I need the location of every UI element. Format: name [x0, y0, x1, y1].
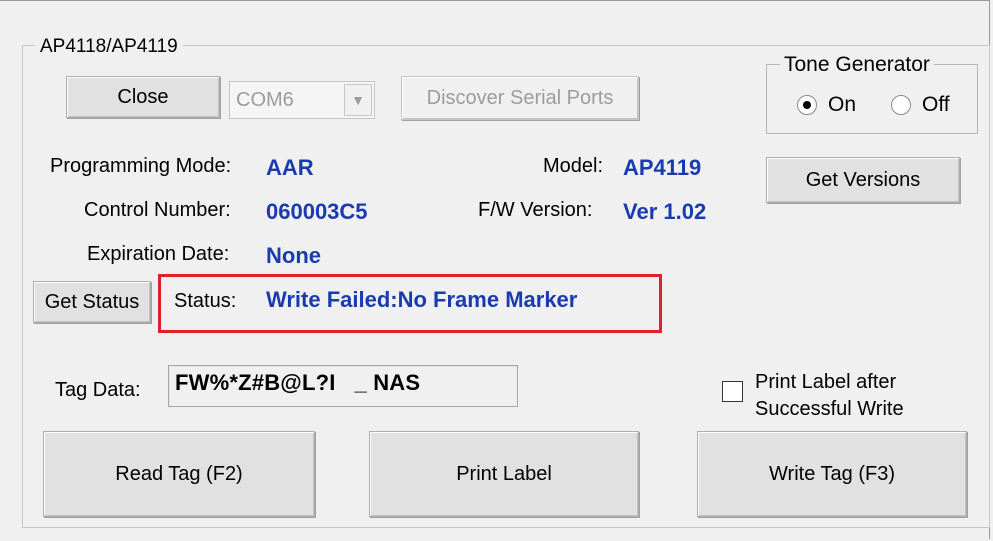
status-label: Status:: [174, 290, 237, 312]
tone-generator-title: Tone Generator: [780, 53, 934, 77]
tone-off-radio[interactable]: [891, 95, 911, 115]
device-group-title: AP4118/AP4119: [35, 36, 183, 58]
status-value: Write Failed:No Frame Marker: [266, 287, 578, 312]
ap4119-window: AP4118/AP4119 Close COM6 ▼ Discover Seri…: [0, 0, 993, 541]
control-number-value: 060003C5: [266, 199, 368, 224]
tone-on-radio[interactable]: [797, 95, 817, 115]
serial-port-select[interactable]: COM6 ▼: [229, 81, 375, 119]
get-status-button[interactable]: Get Status: [33, 281, 151, 323]
print-after-write-label[interactable]: Print Label after Successful Write: [755, 369, 904, 423]
discover-serial-ports-button[interactable]: Discover Serial Ports: [401, 76, 639, 120]
print-after-write-checkbox[interactable]: [722, 381, 743, 402]
close-button[interactable]: Close: [66, 76, 220, 118]
tag-data-label: Tag Data:: [55, 379, 141, 401]
chevron-down-icon[interactable]: ▼: [344, 84, 372, 116]
serial-port-value: COM6: [236, 89, 294, 111]
get-versions-button[interactable]: Get Versions: [766, 157, 960, 203]
tag-data-field[interactable]: FW%*Z#B@L?I _ NAS: [168, 365, 518, 407]
tone-on-label[interactable]: On: [828, 93, 856, 117]
control-number-label: Control Number:: [84, 199, 231, 221]
programming-mode-label: Programming Mode:: [50, 155, 232, 177]
expiration-date-label: Expiration Date:: [87, 243, 230, 265]
radio-selected-dot: [803, 101, 811, 109]
programming-mode-value: AAR: [266, 155, 314, 180]
read-tag-button[interactable]: Read Tag (F2): [43, 431, 315, 517]
expiration-date-value: None: [266, 243, 321, 268]
model-label: Model:: [543, 155, 604, 177]
print-after-write-label-line2: Successful Write: [755, 398, 904, 420]
fw-version-value: Ver 1.02: [623, 199, 707, 224]
tone-off-label[interactable]: Off: [922, 93, 950, 117]
print-after-write-label-line1: Print Label after: [755, 371, 897, 393]
fw-version-label: F/W Version:: [478, 199, 593, 221]
print-label-button[interactable]: Print Label: [369, 431, 639, 517]
model-value: AP4119: [623, 155, 702, 180]
write-tag-button[interactable]: Write Tag (F3): [697, 431, 967, 517]
